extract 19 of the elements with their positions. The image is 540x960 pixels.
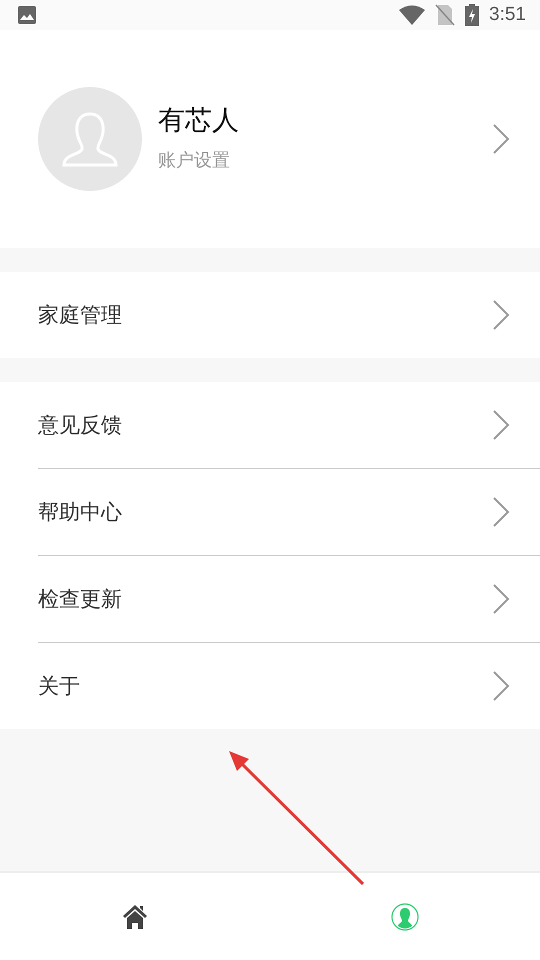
chevron-right-icon — [492, 583, 510, 615]
avatar-icon — [38, 87, 142, 191]
menu-item[interactable]: 意见反馈 — [38, 382, 540, 469]
battery-charging-icon — [465, 4, 480, 26]
menu-item[interactable]: 帮助中心 — [38, 469, 540, 556]
menu-item[interactable]: 检查更新 — [38, 556, 540, 643]
clock-time: 3:51 — [489, 4, 526, 26]
chevron-right-icon — [492, 123, 510, 155]
chevron-right-icon — [492, 670, 510, 702]
user-name: 有芯人 — [158, 104, 240, 138]
image-icon — [17, 5, 37, 25]
chevron-right-icon — [492, 409, 510, 441]
wifi-icon — [399, 5, 426, 25]
chevron-right-icon — [492, 496, 510, 528]
menu-item[interactable]: 关于 — [38, 643, 540, 729]
chevron-right-icon — [492, 299, 510, 331]
account-settings-label: 账户设置 — [158, 149, 231, 172]
no-sim-icon — [435, 4, 456, 26]
profile-row[interactable]: 有芯人 账户设置 — [0, 30, 540, 248]
